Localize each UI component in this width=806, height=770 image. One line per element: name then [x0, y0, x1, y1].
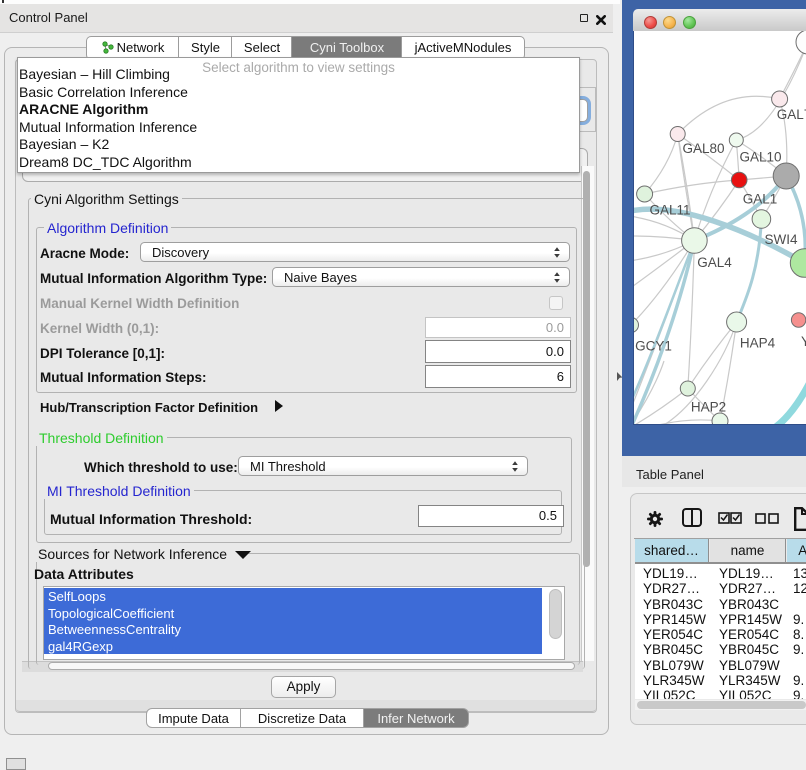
svg-text:GAL7: GAL7 — [777, 107, 806, 122]
svg-text:GAL80: GAL80 — [682, 141, 724, 156]
svg-text:SWI4: SWI4 — [764, 232, 797, 247]
svg-text:HAP4: HAP4 — [740, 336, 776, 351]
svg-text:GAL10: GAL10 — [739, 150, 781, 165]
svg-text:HAP2: HAP2 — [691, 400, 726, 415]
svg-text:GCY1: GCY1 — [635, 339, 672, 354]
svg-text:GAL11: GAL11 — [649, 203, 690, 218]
svg-text:YMR0: YMR0 — [801, 334, 806, 349]
svg-text:GAL1: GAL1 — [743, 192, 778, 207]
svg-text:GAL4: GAL4 — [697, 255, 732, 270]
